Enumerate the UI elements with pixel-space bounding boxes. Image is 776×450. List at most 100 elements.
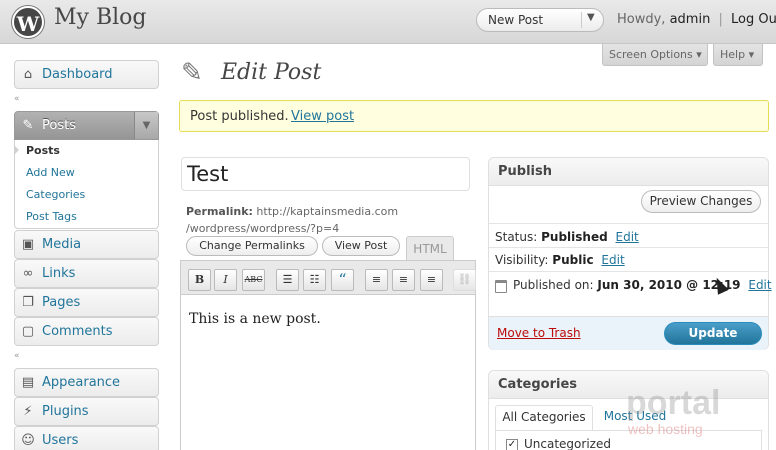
plug-icon: ⚡: [23, 404, 33, 419]
align-left-button[interactable]: ≡: [365, 269, 388, 291]
divider: [489, 247, 768, 248]
current-arrow-icon: [14, 145, 19, 155]
menu-media-label: Media: [42, 237, 82, 252]
permalink-label: Permalink:: [186, 205, 253, 218]
align-right-button[interactable]: ≡: [420, 269, 443, 291]
status-value: Published: [541, 230, 608, 244]
submenu-add-new[interactable]: Add New: [26, 166, 75, 179]
pages-icon: ❐: [22, 295, 34, 310]
pushpin-icon: ✎: [22, 118, 34, 133]
view-post-link[interactable]: View post: [291, 109, 354, 124]
visibility-row: Visibility: Public Edit: [495, 253, 625, 267]
align-center-button[interactable]: ≡: [392, 269, 415, 291]
howdy-text: Howdy,: [617, 12, 666, 27]
divider: |: [718, 12, 723, 27]
bold-button[interactable]: B: [188, 269, 211, 291]
move-to-trash-link[interactable]: Move to Trash: [497, 326, 581, 340]
menu-users[interactable]: ☺ Users: [14, 426, 159, 450]
change-permalinks-button[interactable]: Change Permalinks: [186, 236, 318, 256]
bullet-list-button[interactable]: ☰: [276, 269, 299, 291]
menu-posts[interactable]: ✎ Posts ▼: [14, 111, 159, 140]
site-title[interactable]: My Blog: [54, 5, 146, 30]
numbered-list-button[interactable]: ☷: [303, 269, 326, 291]
menu-media[interactable]: ▣ Media: [14, 230, 159, 259]
menu-separator-collapse-icon[interactable]: «: [14, 351, 20, 361]
submenu-post-tags[interactable]: Post Tags: [26, 210, 77, 223]
notice-text: Post published.: [190, 109, 289, 124]
menu-users-label: Users: [42, 433, 79, 448]
menu-dashboard[interactable]: ⌂ Dashboard: [14, 60, 159, 89]
menu-separator-collapse-icon[interactable]: «: [14, 94, 20, 104]
page-title: Edit Post: [221, 60, 322, 85]
publish-box-title[interactable]: Publish: [489, 158, 768, 186]
post-title-input[interactable]: [181, 157, 470, 191]
pushpin-icon: ✎: [181, 58, 203, 88]
html-tab[interactable]: HTML: [406, 236, 454, 261]
edit-visibility-link[interactable]: Edit: [601, 253, 624, 267]
submenu-categories[interactable]: Categories: [26, 188, 85, 201]
tab-all-categories[interactable]: All Categories: [495, 405, 593, 430]
menu-appearance-label: Appearance: [42, 375, 121, 390]
menu-links-label: Links: [42, 266, 76, 281]
published-on-label: Published on:: [513, 278, 594, 292]
post-editor[interactable]: B I ABC ☰ ☷ “ ≡ ≡ ≡ ⛓ This is a new post…: [180, 260, 476, 450]
menu-pages[interactable]: ❐ Pages: [14, 288, 159, 317]
visibility-label: Visibility:: [495, 253, 549, 267]
menu-toggle-arrow-icon[interactable]: ▼: [134, 112, 158, 139]
update-button[interactable]: Update: [664, 322, 762, 345]
menu-comments-label: Comments: [42, 324, 113, 339]
edit-date-link[interactable]: Edit: [748, 278, 771, 292]
favorite-divider: [581, 12, 582, 28]
view-post-button[interactable]: View Post: [322, 236, 400, 256]
strikethrough-button[interactable]: ABC: [242, 269, 265, 291]
divider: [489, 223, 768, 224]
menu-posts-label: Posts: [42, 118, 76, 133]
appearance-icon: ▤: [21, 375, 35, 390]
published-on-row: Published on: Jun 30, 2010 @ 12:19 Edit: [513, 278, 772, 292]
menu-pages-label: Pages: [42, 295, 81, 310]
publish-box: Publish Preview Changes Status: Publishe…: [488, 157, 772, 350]
menu-links[interactable]: ∞ Links: [14, 259, 159, 288]
insert-link-button[interactable]: ⛓: [453, 269, 476, 291]
update-notice: Post published. View post: [179, 100, 769, 132]
submenu-posts[interactable]: Posts: [26, 144, 60, 157]
menu-plugins-label: Plugins: [42, 404, 89, 419]
screen-options-button[interactable]: Screen Options ▾: [602, 44, 708, 66]
favorite-actions-dropdown[interactable]: New Post ▼: [476, 8, 604, 32]
link-icon: ∞: [22, 266, 34, 281]
watermark-line-2: web hosting: [627, 421, 703, 437]
chevron-down-icon[interactable]: ▼: [587, 12, 595, 23]
admin-header: W My Blog New Post ▼ Howdy, admin | Log …: [0, 0, 776, 44]
status-row: Status: Published Edit: [495, 230, 639, 244]
logout-link[interactable]: Log Out: [731, 12, 776, 27]
italic-button[interactable]: I: [214, 269, 237, 291]
menu-plugins[interactable]: ⚡ Plugins: [14, 397, 159, 426]
user-greeting: Howdy, admin | Log Out: [617, 12, 776, 27]
divider: [489, 271, 768, 272]
users-icon: ☺: [21, 433, 35, 448]
calendar-icon: [495, 280, 507, 293]
posts-submenu: Posts Add New Categories Post Tags: [14, 140, 159, 229]
house-icon: ⌂: [23, 67, 33, 82]
portal-watermark-logo: portal web hosting: [626, 384, 720, 437]
publish-actions: Move to Trash Update: [489, 316, 768, 350]
watermark-line-1: portal: [626, 384, 720, 422]
editor-content[interactable]: This is a new post.: [189, 311, 321, 327]
permalink: Permalink: http://kaptainsmedia.com /wor…: [186, 203, 426, 237]
wordpress-logo-icon[interactable]: W: [12, 6, 44, 38]
username-link[interactable]: admin: [670, 12, 711, 27]
editor-toolbar: B I ABC ☰ ☷ “ ≡ ≡ ≡ ⛓: [181, 261, 476, 295]
status-label: Status:: [495, 230, 538, 244]
preview-changes-button[interactable]: Preview Changes: [641, 190, 761, 213]
comment-bubble-icon: ▢: [21, 324, 35, 339]
visibility-value: Public: [552, 253, 594, 267]
edit-status-link[interactable]: Edit: [616, 230, 639, 244]
menu-appearance[interactable]: ▤ Appearance: [14, 368, 159, 397]
media-icon: ▣: [21, 237, 35, 252]
menu-dashboard-label: Dashboard: [42, 67, 113, 82]
category-checkbox[interactable]: ✓: [506, 439, 518, 450]
help-button[interactable]: Help ▾: [713, 44, 763, 66]
favorite-action-label[interactable]: New Post: [488, 13, 543, 27]
blockquote-button[interactable]: “: [331, 269, 354, 291]
menu-comments[interactable]: ▢ Comments: [14, 317, 159, 346]
